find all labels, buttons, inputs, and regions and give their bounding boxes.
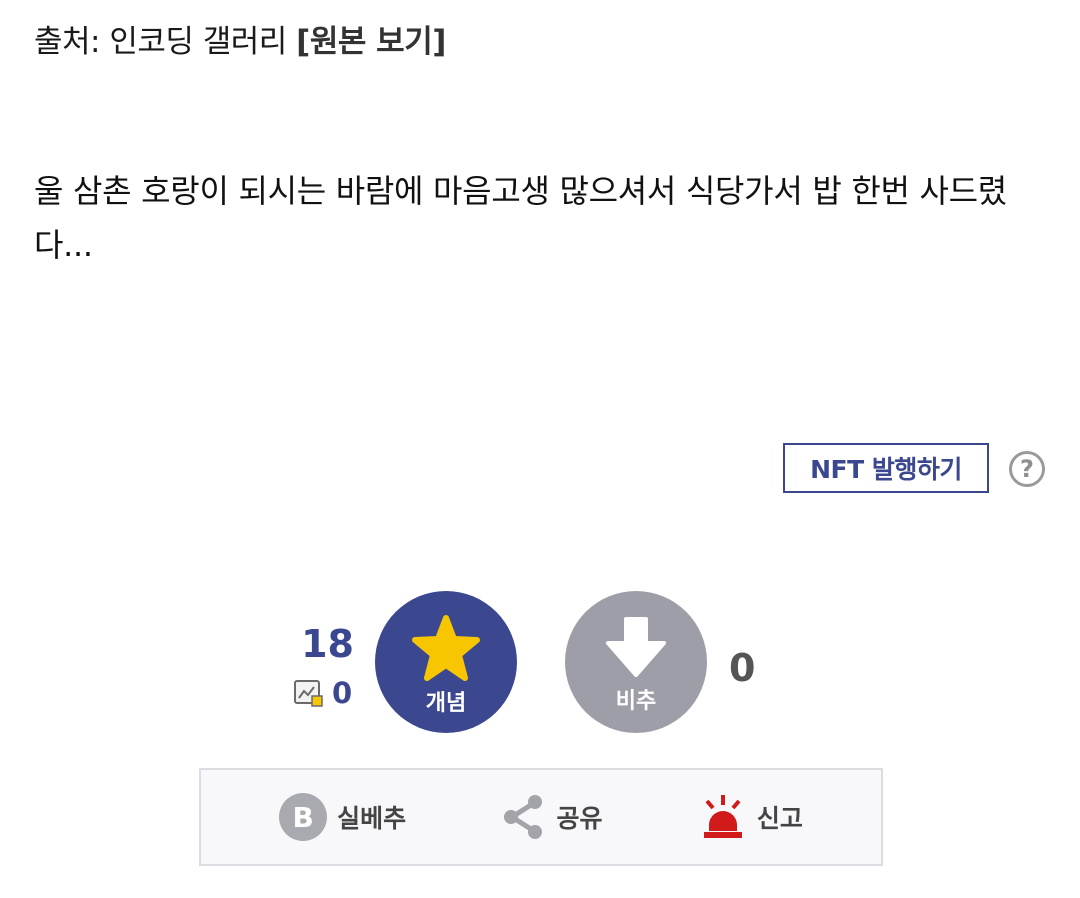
upvote-count: 18	[301, 622, 354, 666]
report-button[interactable]: 신고	[699, 793, 803, 841]
share-button[interactable]: 공유	[502, 794, 603, 840]
source-prefix: 출처: 인코딩 갤러리	[34, 24, 297, 60]
share-label: 공유	[556, 804, 603, 833]
fix-count: 0	[332, 676, 353, 710]
post-body: 울 삼촌 호랑이 되시는 바람에 마음고생 많으셔서 식당가서 밥 한번 사드렸…	[34, 172, 1007, 264]
siren-icon	[703, 795, 742, 838]
nft-issue-button[interactable]: NFT 발행하기	[783, 443, 989, 493]
fix-count-row: 0	[294, 676, 352, 710]
view-original-link[interactable]: [원본 보기]	[296, 24, 446, 60]
share-icon	[504, 795, 543, 839]
downvote-count: 0	[729, 646, 756, 690]
star-icon	[412, 615, 480, 681]
action-bar: B 실베추 공유 신고	[199, 768, 883, 866]
source-line: 출처: 인코딩 갤러리 [원본 보기]	[34, 16, 446, 61]
help-icon[interactable]: ?	[1009, 451, 1045, 487]
downvote-label: 비추	[615, 689, 657, 714]
downvote-button[interactable]: 비추	[565, 591, 707, 733]
best-recommend-label: 실베추	[337, 804, 407, 833]
down-arrow-icon	[606, 617, 666, 677]
fix-icon	[294, 678, 324, 708]
upvote-label: 개념	[425, 691, 467, 716]
upvote-button[interactable]: 개념	[375, 591, 517, 733]
b-icon: B	[279, 793, 328, 841]
report-label: 신고	[756, 804, 803, 833]
best-recommend-button[interactable]: B 실베추	[279, 793, 406, 841]
